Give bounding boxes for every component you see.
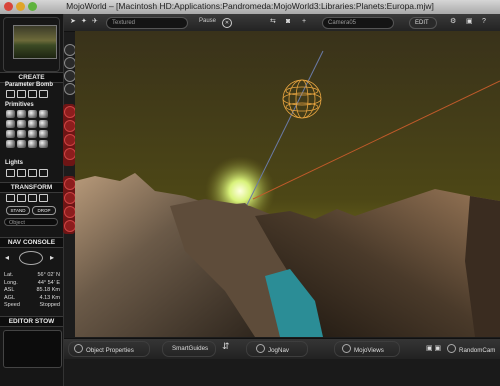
nav-console-header: NAV CONSOLE [0, 237, 63, 248]
long-label: Long. [4, 279, 18, 286]
sun-light-icon[interactable] [28, 169, 37, 177]
wedge-primitive-icon[interactable] [28, 130, 37, 138]
parameter-bomb-label: Parameter Bomb [5, 82, 54, 88]
mojoviews-icon [342, 344, 351, 353]
jognav-label: JogNav [268, 347, 289, 354]
fly-icon[interactable]: ✈ [92, 18, 98, 26]
help-icon[interactable]: ? [482, 18, 486, 26]
lat-label: Lat. [4, 272, 14, 278]
rotate-tool-icon[interactable] [17, 194, 26, 202]
mojoviews-button[interactable]: MojoViews [342, 344, 384, 354]
camera-select[interactable]: Camera05 [322, 17, 394, 29]
cylinder-primitive-icon[interactable] [28, 110, 37, 118]
cone-primitive-icon[interactable] [39, 110, 48, 118]
transform-section-header: TRANSFORM [0, 182, 63, 193]
plane-primitive-icon[interactable] [17, 120, 26, 128]
drop-button[interactable]: DROP [32, 206, 56, 215]
object-properties-label: Object Properties [86, 347, 134, 354]
speed-label: Speed [4, 302, 20, 308]
nav-arrows: ◂ ▸ [5, 251, 58, 265]
tube-primitive-icon[interactable] [17, 130, 26, 138]
primitives-label: Primitives [5, 102, 34, 108]
capsule-primitive-icon[interactable] [39, 120, 48, 128]
agl-label: AGL [4, 294, 16, 301]
sphere-primitive-icon[interactable] [6, 110, 15, 118]
object-properties-icon [74, 344, 83, 353]
agl-value: 4.13 Km [39, 294, 60, 301]
nav-compass-icon[interactable] [19, 251, 43, 265]
guides-toggle-icon[interactable]: ⇵ [222, 341, 230, 351]
shell-primitive-icon[interactable] [28, 140, 37, 148]
editor-stow-header: EDITOR STOW [0, 316, 63, 327]
move-tool-icon[interactable] [6, 194, 15, 202]
area-light-icon[interactable] [39, 169, 48, 177]
bomb-tool-3-icon[interactable] [28, 90, 37, 98]
transform-tools [6, 194, 48, 202]
3d-viewport[interactable] [75, 31, 500, 337]
jognav-button[interactable]: JogNav [256, 344, 289, 354]
random-cam-options-icon[interactable]: ▣ ▣ [426, 344, 441, 354]
asl-label: ASL [4, 287, 15, 293]
nav-left-icon[interactable]: ◂ [5, 253, 9, 262]
long-value: 44° 54' E [37, 279, 60, 286]
disk-primitive-icon[interactable] [6, 130, 15, 138]
nav-readout: Lat. 56° 02' N Long. 44° 54' E ASL 85.18 Km… [4, 272, 60, 310]
render-mode-select[interactable]: Textured [106, 17, 188, 29]
mojoviews-label: MojoViews [354, 347, 384, 354]
prism-primitive-icon[interactable] [39, 130, 48, 138]
object-select[interactable]: Object [4, 218, 58, 226]
render-settings-icon[interactable]: ⚙ [450, 18, 456, 26]
nav-right-icon[interactable]: ▸ [50, 253, 54, 262]
pivot-tool-icon[interactable] [39, 194, 48, 202]
reset-camera-icon[interactable]: ⇆ [270, 18, 276, 26]
add-camera-icon[interactable]: + [302, 18, 306, 26]
ring-primitive-icon[interactable] [6, 140, 15, 148]
lights-label: Lights [5, 160, 23, 166]
world-preview-thumbnail[interactable] [13, 25, 57, 59]
randomcam-button[interactable]: RandomCam [447, 344, 495, 354]
bomb-tool-2-icon[interactable] [17, 90, 26, 98]
window-titlebar: MojoWorld – [Macintosh HD:Applications:P… [0, 0, 500, 15]
viewport-toolbar: ➤ ✦ ✈ Textured Pause ✕ ⇆ ◙ + Camera05 ED… [64, 14, 500, 32]
speed-value: Stopped [39, 302, 61, 308]
box-primitive-icon[interactable] [17, 140, 26, 148]
parameter-bomb-tools [6, 90, 48, 98]
walk-icon[interactable]: ✦ [81, 18, 87, 26]
randomcam-icon [447, 344, 456, 353]
status-area [64, 359, 500, 386]
world-preview-frame [3, 17, 60, 72]
lights-tools [6, 169, 48, 177]
scale-tool-icon[interactable] [28, 194, 37, 202]
window-title: MojoWorld – [Macintosh HD:Applications:P… [66, 1, 434, 11]
cube-primitive-icon[interactable] [17, 110, 26, 118]
pause-button[interactable]: ✕ [222, 18, 232, 28]
randomcam-label: RandomCam [459, 347, 496, 354]
rendered-scene [75, 31, 500, 337]
smartguides-button[interactable]: SmartGuides [172, 344, 208, 354]
left-sidebar: CREATE Parameter Bomb Primitives Lights … [0, 14, 64, 386]
spot-light-icon[interactable] [17, 169, 26, 177]
lock-icon[interactable]: ▣ [466, 18, 473, 26]
smartguides-label: SmartGuides [172, 345, 209, 352]
asl-value: 85.18 Km [36, 287, 60, 293]
lat-value: 56° 02' N [37, 272, 60, 278]
bottom-toolbar: Object Properties SmartGuides ⇵ JogNav M… [64, 338, 500, 359]
jognav-icon [256, 344, 265, 353]
bomb-tool-1-icon[interactable] [6, 90, 15, 98]
edit-camera-button[interactable]: EDIT [409, 17, 437, 29]
bomb-tool-4-icon[interactable] [39, 90, 48, 98]
primitives-grid [6, 110, 48, 148]
editor-stow-area[interactable] [3, 330, 62, 368]
object-properties-button[interactable]: Object Properties [74, 344, 134, 354]
point-light-icon[interactable] [6, 169, 15, 177]
pyramid-primitive-icon[interactable] [28, 120, 37, 128]
torus-primitive-icon[interactable] [6, 120, 15, 128]
pause-label: Pause [199, 18, 217, 24]
stand-button[interactable]: STAND [6, 206, 30, 215]
hemisphere-primitive-icon[interactable] [39, 140, 48, 148]
camera-icon[interactable]: ◙ [286, 18, 290, 26]
select-arrow-icon[interactable]: ➤ [70, 18, 76, 26]
